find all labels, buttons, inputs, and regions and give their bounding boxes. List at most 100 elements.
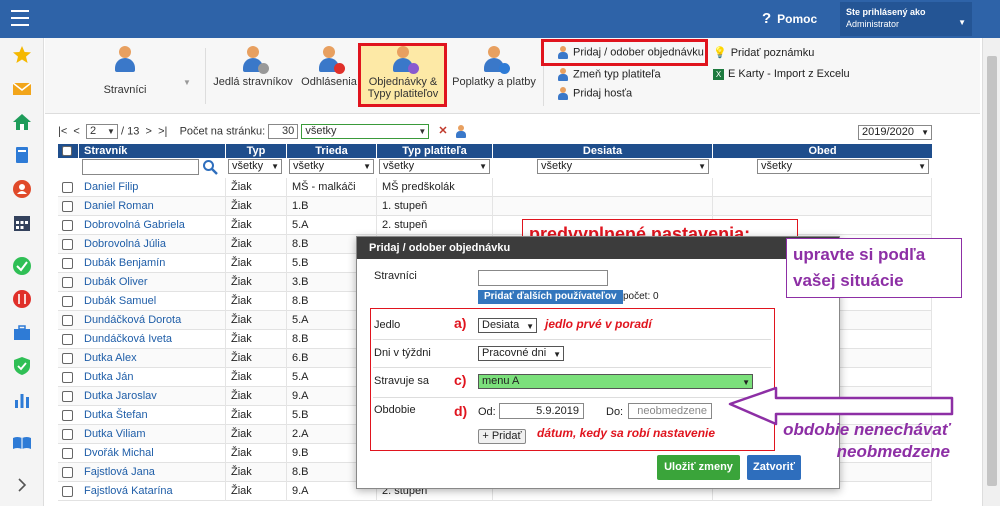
select-all-checkbox[interactable] — [62, 146, 72, 156]
header-obed[interactable]: Obed — [713, 144, 932, 158]
calendar-icon[interactable] — [12, 213, 32, 233]
jedla-stravnikov-button[interactable]: Jedlá stravníkov — [211, 46, 295, 88]
row-checkbox[interactable] — [62, 429, 73, 440]
od-date-input[interactable]: 5.9.2019 — [499, 403, 584, 419]
header-typ[interactable]: Typ — [226, 144, 286, 158]
row-checkbox[interactable] — [62, 372, 73, 383]
stravnici-button[interactable]: Stravníci — [95, 46, 155, 96]
stravnik-link[interactable]: Dundáčková Iveta — [79, 330, 226, 349]
help-link[interactable]: ? Pomoc — [762, 10, 817, 27]
pridaj-hosta-button[interactable]: Pridaj hosťa — [557, 87, 632, 100]
add-period-button[interactable]: + Pridať — [478, 429, 526, 444]
per-page-input[interactable]: 30 — [268, 124, 299, 139]
person-filter-icon[interactable] — [455, 125, 467, 138]
row-checkbox[interactable] — [62, 315, 73, 326]
user-menu[interactable]: Ste prihlásený ako Administrator ▼ — [840, 2, 972, 36]
stravnik-link[interactable]: Dutka Alex — [79, 349, 226, 368]
last-page-link[interactable]: >| — [158, 125, 167, 137]
row-checkbox[interactable] — [62, 353, 73, 364]
desiata-filter[interactable]: všetky ▼ — [537, 159, 709, 177]
odhlasenia-button[interactable]: Odhlásenia — [301, 46, 357, 88]
stravnik-link[interactable]: Fajstlová Jana — [79, 463, 226, 482]
pridat-poznamku-button[interactable]: 💡 Pridať poznámku — [713, 46, 814, 59]
stravnik-link[interactable]: Fajstlová Katarína — [79, 482, 226, 501]
header-desiata[interactable]: Desiata — [493, 144, 712, 158]
home-icon[interactable] — [12, 112, 32, 132]
row-checkbox[interactable] — [62, 486, 73, 497]
stravnik-link[interactable]: Daniel Roman — [79, 197, 226, 216]
row-checkbox[interactable] — [62, 239, 73, 250]
row-checkbox[interactable] — [62, 467, 73, 478]
shield-icon[interactable] — [12, 356, 32, 376]
stravnik-link[interactable]: Dubák Samuel — [79, 292, 226, 311]
zmen-typ-button[interactable]: Zmeň typ platiteľa — [557, 68, 661, 81]
chevron-down-icon[interactable]: ▼ — [183, 78, 191, 87]
stravnik-link[interactable]: Dobrovolná Júlia — [79, 235, 226, 254]
mail-icon[interactable] — [12, 79, 32, 99]
table-cell: 1.B — [287, 197, 377, 216]
row-checkbox[interactable] — [62, 410, 73, 421]
row-checkbox[interactable] — [62, 220, 73, 231]
save-button[interactable]: Uložiť zmeny — [657, 455, 740, 480]
chevron-right-icon[interactable] — [12, 475, 32, 495]
stravnik-link[interactable]: Dutka Štefan — [79, 406, 226, 425]
check-icon[interactable] — [12, 256, 32, 276]
stravnik-link[interactable]: Dobrovolná Gabriela — [79, 216, 226, 235]
book-icon[interactable] — [12, 145, 32, 165]
next-page-link[interactable]: > — [146, 125, 152, 137]
user-icon[interactable] — [12, 179, 32, 199]
header-stravnik[interactable]: Stravník — [79, 144, 225, 158]
table-row[interactable]: Daniel Roman Žiak 1.B 1. stupeň — [58, 197, 932, 216]
obed-filter[interactable]: všetky ▼ — [757, 159, 929, 177]
ekarty-button[interactable]: XE Karty - Import z Excelu — [713, 68, 850, 80]
row-checkbox[interactable] — [62, 296, 73, 307]
stravnik-link[interactable]: Dutka Ján — [79, 368, 226, 387]
header-trieda[interactable]: Trieda — [287, 144, 376, 158]
restaurant-icon[interactable] — [12, 289, 32, 309]
name-search-input[interactable] — [82, 159, 199, 175]
stravnik-link[interactable]: Dundáčková Dorota — [79, 311, 226, 330]
search-icon[interactable] — [202, 159, 218, 175]
row-checkbox[interactable] — [62, 391, 73, 402]
row-checkbox[interactable] — [62, 448, 73, 459]
school-year-select[interactable]: 2019/2020 ▼ — [858, 125, 932, 140]
row-checkbox[interactable] — [62, 258, 73, 269]
row-checkbox[interactable] — [62, 277, 73, 288]
dni-select[interactable]: Pracovné dni ▼ — [478, 346, 564, 361]
page-select[interactable]: 2 ▼ — [85, 124, 118, 139]
first-page-link[interactable]: |< — [58, 125, 67, 137]
scrollbar-thumb[interactable] — [987, 56, 997, 486]
filter-select[interactable]: všetky ▼ — [301, 124, 430, 139]
typ-platitela-filter[interactable]: všetky ▼ — [379, 159, 490, 177]
menu-icon[interactable] — [11, 10, 29, 26]
open-book-icon[interactable] — [12, 433, 32, 453]
prev-page-link[interactable]: < — [73, 125, 79, 137]
stravnici-input[interactable] — [478, 270, 608, 286]
add-users-button[interactable]: Pridať ďalších používateľov — [478, 290, 623, 304]
row-checkbox[interactable] — [62, 334, 73, 345]
stravnik-link[interactable]: Dutka Viliam — [79, 425, 226, 444]
table-row[interactable]: Daniel Filip Žiak MŠ - malkáči MŠ predškolá… — [58, 178, 932, 197]
row-checkbox[interactable] — [62, 201, 73, 212]
row-checkbox[interactable] — [62, 182, 73, 193]
header-typ-platitela[interactable]: Typ platiteľa — [377, 144, 492, 158]
jedlo-select[interactable]: Desiata ▼ — [478, 318, 537, 333]
stravnik-link[interactable]: Daniel Filip — [79, 178, 226, 197]
clear-filter-icon[interactable]: ✕ — [438, 125, 447, 137]
chart-icon[interactable] — [12, 390, 32, 410]
briefcase-icon[interactable] — [12, 323, 32, 343]
stravnik-link[interactable]: Dubák Oliver — [79, 273, 226, 292]
table-row[interactable]: Dobrovolná Gabriela Žiak 5.A 2. stupeň — [58, 216, 932, 235]
trieda-filter[interactable]: všetky ▼ — [289, 159, 374, 177]
objednavky-button[interactable]: Objednávky & Typy platiteľov — [363, 46, 443, 100]
stravnik-link[interactable]: Dvořák Michal — [79, 444, 226, 463]
stravuje-select[interactable]: menu A ▼ — [478, 374, 753, 389]
pridaj-odober-button[interactable]: Pridaj / odober objednávku — [557, 46, 704, 59]
poplatky-button[interactable]: Poplatky a platby — [449, 46, 539, 88]
stravnik-link[interactable]: Dutka Jaroslav — [79, 387, 226, 406]
do-date-input[interactable]: neobmedzene — [628, 403, 712, 419]
stravnik-link[interactable]: Dubák Benjamín — [79, 254, 226, 273]
typ-filter[interactable]: všetky ▼ — [228, 159, 282, 177]
vertical-scrollbar[interactable] — [982, 38, 1000, 506]
star-icon[interactable] — [12, 45, 32, 65]
